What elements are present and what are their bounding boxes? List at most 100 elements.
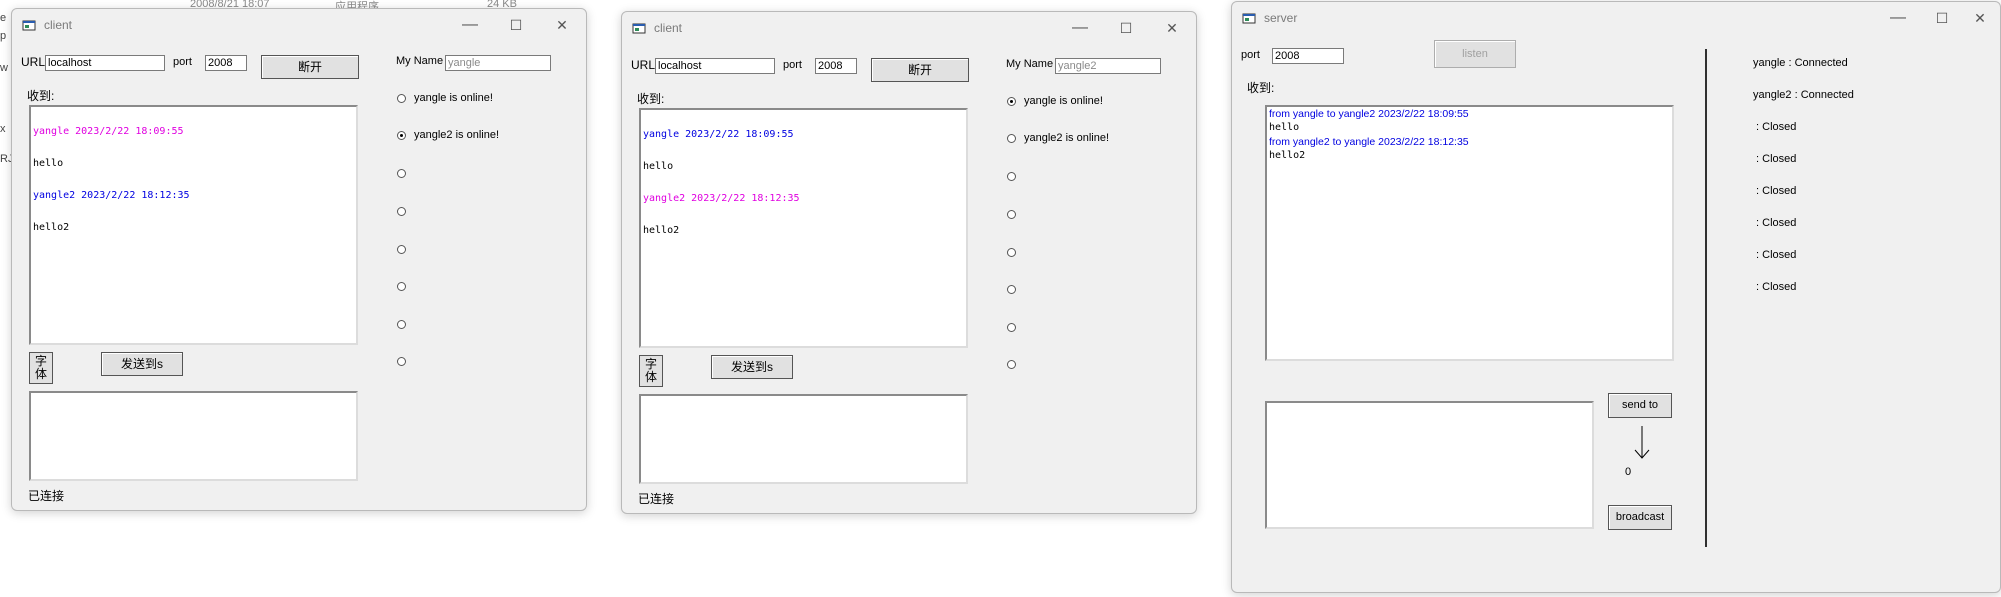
close-button[interactable]: ✕ [542,12,582,38]
client-window-1[interactable]: client — ☐ ✕ URL localhost port 2008 断开 … [11,8,587,511]
maximize-button[interactable]: ☐ [496,12,536,38]
window-title: server [1264,11,1298,25]
log-line: from yangle to yangle2 2023/2/22 18:09:5… [1269,108,1469,120]
send-to-button[interactable]: send to [1608,393,1672,418]
port-label: port [1241,49,1260,61]
user-radio[interactable] [397,357,406,366]
connection-status: : Closed [1753,185,1797,197]
user-radio[interactable] [1007,210,1016,219]
app-window-icon [632,23,646,34]
message-line: hello [643,161,674,172]
url-input[interactable]: localhost [655,58,775,74]
listen-button[interactable]: listen [1434,40,1516,68]
log-line: from yangle2 to yangle 2023/2/22 18:12:3… [1269,136,1469,148]
received-label: 收到: [27,89,55,103]
server-log-box[interactable]: from yangle to yangle2 2023/2/22 18:09:5… [1265,105,1674,361]
title-bar[interactable]: client — ☐ ✕ [622,12,1196,44]
broadcast-button[interactable]: broadcast [1608,505,1672,530]
message-line: hello2 [643,225,680,236]
user-radio[interactable] [1007,134,1016,143]
message-line: yangle 2023/2/22 18:09:55 [33,126,184,137]
app-window-icon [22,20,36,31]
server-window[interactable]: server — ☐ ✕ port 2008 listen 收到: from y… [1231,1,2001,593]
font-button[interactable]: 字体 [639,355,663,387]
connection-status: : Closed [1753,249,1797,261]
myname-label: My Name [1006,58,1054,70]
maximize-button[interactable]: ☐ [1922,5,1962,31]
user-radio-label: yangle is online! [414,92,493,104]
background-fragment: e [0,12,7,24]
user-radio[interactable] [1007,248,1016,257]
title-bar[interactable]: server — ☐ ✕ [1232,2,2000,34]
title-bar[interactable]: client — ☐ ✕ [12,9,586,41]
myname-input[interactable]: yangle2 [1055,58,1161,74]
close-button[interactable]: ✕ [1960,5,2000,31]
user-radio[interactable] [397,207,406,216]
compose-input[interactable] [639,394,968,484]
myname-label: My Name [396,55,444,67]
port-input[interactable]: 2008 [1272,48,1344,64]
user-radio[interactable] [397,131,406,140]
user-radio[interactable] [397,320,406,329]
user-radio-label: yangle2 is online! [414,129,500,141]
connection-status: yangle : Connected [1753,57,1848,69]
vertical-divider [1705,49,1707,547]
user-radio[interactable] [397,94,406,103]
send-to-button[interactable]: 发送到s [711,355,793,379]
user-radio[interactable] [1007,172,1016,181]
received-messages-box[interactable]: yangle 2023/2/22 18:09:55 hello yangle2 … [639,108,968,348]
server-compose-input[interactable] [1265,401,1594,529]
connection-status: : Closed [1753,153,1797,165]
minimize-button[interactable]: — [1878,5,1918,31]
message-line: hello2 [33,222,70,233]
port-label: port [783,59,802,71]
app-window-icon [1242,13,1256,24]
disconnect-button[interactable]: 断开 [871,58,969,82]
received-label: 收到: [1247,81,1275,95]
myname-input[interactable]: yangle [445,55,551,71]
url-label: URL [631,58,656,72]
compose-input[interactable] [29,391,358,481]
target-counter: 0 [1625,466,1632,478]
connection-status: : Closed [1753,217,1797,229]
background-fragment: p [0,30,7,42]
user-radio[interactable] [1007,97,1016,106]
log-line: hello [1269,122,1300,133]
message-line: yangle2 2023/2/22 18:12:35 [33,190,190,201]
port-input[interactable]: 2008 [815,58,857,74]
message-line: hello [33,158,64,169]
client-window-2[interactable]: client — ☐ ✕ URL localhost port 2008 断开 … [621,11,1197,514]
disconnect-button[interactable]: 断开 [261,55,359,79]
user-radio[interactable] [397,282,406,291]
message-line: yangle 2023/2/22 18:09:55 [643,129,794,140]
user-radio[interactable] [1007,285,1016,294]
minimize-button[interactable]: — [450,12,490,38]
background-fragment: x [0,123,6,135]
port-label: port [173,56,192,68]
connection-status: yangle2 : Connected [1753,89,1854,101]
user-radio[interactable] [1007,360,1016,369]
status-text: 已连接 [638,492,675,506]
message-line: yangle2 2023/2/22 18:12:35 [643,193,800,204]
font-button[interactable]: 字体 [29,352,53,384]
port-input[interactable]: 2008 [205,55,247,71]
user-radio[interactable] [1007,323,1016,332]
send-to-button[interactable]: 发送到s [101,352,183,376]
user-radio[interactable] [397,169,406,178]
window-title: client [654,21,683,35]
received-messages-box[interactable]: yangle 2023/2/22 18:09:55 hello yangle2 … [29,105,358,345]
close-button[interactable]: ✕ [1152,15,1192,41]
maximize-button[interactable]: ☐ [1106,15,1146,41]
log-line: hello2 [1269,150,1306,161]
arrow-down-icon [1634,426,1650,459]
user-radio-label: yangle2 is online! [1024,132,1110,144]
status-text: 已连接 [28,489,65,503]
user-radio[interactable] [397,245,406,254]
user-radio-label: yangle is online! [1024,95,1103,107]
background-fragment: w [0,62,8,74]
url-label: URL [21,55,46,69]
window-title: client [44,18,73,32]
connection-status: : Closed [1753,121,1797,133]
url-input[interactable]: localhost [45,55,165,71]
minimize-button[interactable]: — [1060,15,1100,41]
